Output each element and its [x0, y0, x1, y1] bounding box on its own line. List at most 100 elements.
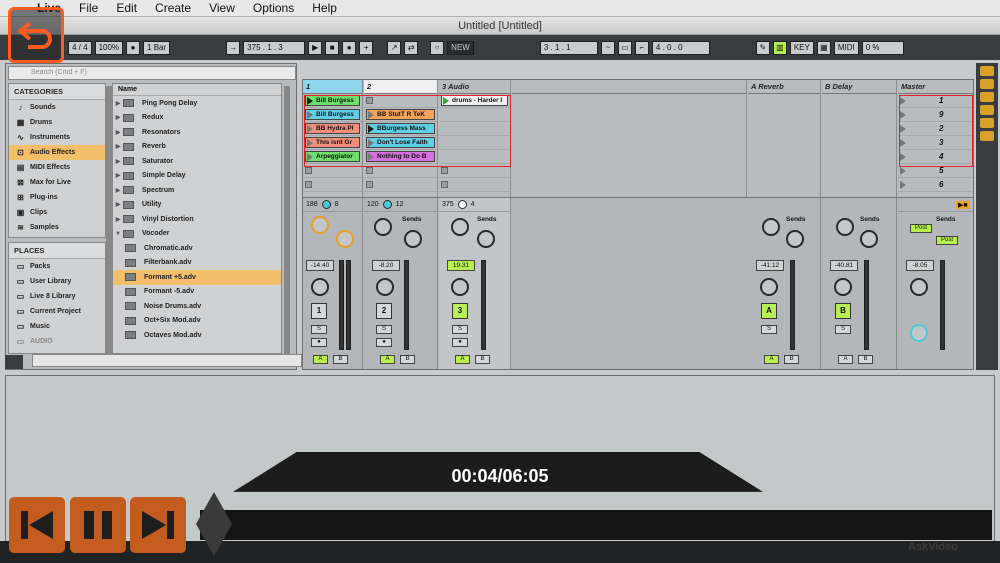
volume-display[interactable]: -41.12: [756, 260, 784, 271]
category-midi-effects[interactable]: ▤ MIDI Effects: [9, 160, 105, 175]
send-a-knob[interactable]: [374, 218, 392, 236]
quantize-select[interactable]: 1 Bar: [143, 40, 171, 55]
pan-knob[interactable]: [451, 278, 469, 296]
list-item[interactable]: ▶ Reverb: [113, 140, 281, 155]
track-activator[interactable]: 1: [311, 303, 327, 319]
post-button[interactable]: Post: [936, 236, 958, 245]
progress-bar[interactable]: [200, 510, 992, 540]
volume-display[interactable]: -8.05: [906, 260, 934, 271]
pan-knob[interactable]: [834, 278, 852, 296]
place-packs[interactable]: ▭ Packs: [9, 259, 105, 274]
crossfade-b[interactable]: B: [784, 355, 799, 364]
key-map-button[interactable]: KEY: [789, 40, 814, 55]
send-a-knob[interactable]: [451, 218, 469, 236]
place-music[interactable]: ▭ Music: [9, 319, 105, 334]
return-b-header[interactable]: B Delay: [822, 80, 896, 94]
solo-button[interactable]: S: [835, 325, 851, 334]
place-audio[interactable]: ▭ AUDIO: [9, 334, 105, 349]
send-b-knob[interactable]: [336, 230, 354, 248]
send-a-knob[interactable]: [311, 216, 329, 234]
pan-knob[interactable]: [376, 278, 394, 296]
stop-icon[interactable]: ■: [325, 40, 340, 55]
play-icon[interactable]: ▶: [308, 40, 323, 55]
preset-item[interactable]: Octaves Mod.adv: [113, 328, 281, 343]
preset-item[interactable]: Chromatic.adv: [113, 241, 281, 256]
category-audio-effects[interactable]: ⊡ Audio Effects: [9, 145, 105, 160]
midi-map-button[interactable]: MIDI: [833, 40, 859, 55]
crossfade-a[interactable]: A: [313, 355, 328, 364]
send-a-knob[interactable]: [762, 218, 780, 236]
category-sounds[interactable]: ♪ Sounds: [9, 100, 105, 115]
list-item[interactable]: ▶ Ping Pong Delay: [113, 96, 281, 111]
menu-create[interactable]: Create: [155, 1, 191, 15]
mixer-toggle-icon[interactable]: [980, 118, 994, 128]
return-activator[interactable]: A: [761, 303, 777, 319]
crossfade-b[interactable]: B: [400, 355, 415, 364]
back-to-arrangement-icon[interactable]: ⇄: [404, 40, 419, 55]
metronome-icon[interactable]: ●: [126, 40, 141, 55]
song-position[interactable]: 375 . 1 . 3: [243, 40, 306, 55]
overview-toggle-icon[interactable]: [980, 66, 994, 76]
crossfade-a[interactable]: A: [455, 355, 470, 364]
loop-icon[interactable]: ▭: [617, 40, 632, 55]
new-button[interactable]: NEW: [447, 40, 474, 55]
track-1-header[interactable]: 1: [303, 80, 362, 94]
track-activator[interactable]: 2: [376, 303, 392, 319]
send-a-knob[interactable]: [836, 218, 854, 236]
loop-start[interactable]: 3 . 1 . 1: [539, 40, 598, 55]
solo-button[interactable]: S: [376, 325, 392, 334]
return-a-header[interactable]: A Reverb: [748, 80, 820, 94]
overdub-icon[interactable]: +: [359, 40, 374, 55]
volume-display[interactable]: 19.31: [447, 260, 475, 271]
clip-slot[interactable]: [364, 178, 437, 192]
list-item[interactable]: ▶ Spectrum: [113, 183, 281, 198]
arm-button[interactable]: ●: [311, 338, 327, 347]
back-button[interactable]: [8, 7, 64, 63]
pan-knob[interactable]: [910, 278, 928, 296]
preset-item[interactable]: Oct+Six Mod.adv: [113, 314, 281, 329]
solo-button[interactable]: S: [452, 325, 468, 334]
next-button[interactable]: [130, 497, 186, 553]
items-scrollbar[interactable]: [284, 86, 290, 354]
draw-mode-icon[interactable]: ✎: [755, 40, 770, 55]
punch-out-icon[interactable]: ⌐: [634, 40, 649, 55]
place-user-library[interactable]: ▭ User Library: [9, 274, 105, 289]
crossfade-b[interactable]: B: [858, 355, 873, 364]
solo-button[interactable]: S: [761, 325, 777, 334]
arm-button[interactable]: ●: [376, 338, 392, 347]
io-toggle-icon[interactable]: [980, 79, 994, 89]
list-item[interactable]: ▶ Saturator: [113, 154, 281, 169]
place-current-project[interactable]: ▭ Current Project: [9, 304, 105, 319]
loop-length[interactable]: 4 . 0 . 0: [651, 40, 710, 55]
list-item[interactable]: ▶ Resonators: [113, 125, 281, 140]
post-button[interactable]: Post: [910, 224, 932, 233]
volume-display[interactable]: -8.20: [372, 260, 400, 271]
list-item[interactable]: ▶ Simple Delay: [113, 169, 281, 184]
category-samples[interactable]: ≋ Samples: [9, 220, 105, 235]
arm-button[interactable]: ●: [452, 338, 468, 347]
place-live8-library[interactable]: ▭ Live 8 Library: [9, 289, 105, 304]
menu-view[interactable]: View: [209, 1, 235, 15]
search-input[interactable]: Search (Cmd + F): [8, 66, 296, 80]
clip-slot[interactable]: [439, 178, 510, 192]
pause-button[interactable]: [70, 497, 126, 553]
time-signature[interactable]: 4 / 4: [68, 40, 92, 55]
list-item[interactable]: ▶ Utility: [113, 198, 281, 213]
follow-icon[interactable]: →: [226, 40, 241, 55]
returns-toggle-icon[interactable]: [980, 105, 994, 115]
preset-item-selected[interactable]: Formant +5.adv: [113, 270, 281, 285]
send-b-knob[interactable]: [860, 230, 878, 248]
category-drums[interactable]: ▦ Drums: [9, 115, 105, 130]
list-item[interactable]: ▶ Vinyl Distortion: [113, 212, 281, 227]
preset-item[interactable]: Filterbank.adv: [113, 256, 281, 271]
preset-item[interactable]: Noise Drums.adv: [113, 299, 281, 314]
send-b-knob[interactable]: [404, 230, 422, 248]
crossfade-a[interactable]: A: [764, 355, 779, 364]
preview-strip[interactable]: [32, 354, 302, 367]
clip-slot[interactable]: [303, 178, 362, 192]
master-header[interactable]: Master: [898, 80, 973, 94]
automation-icon[interactable]: ↗: [387, 40, 402, 55]
menu-options[interactable]: Options: [253, 1, 294, 15]
crossfade-a[interactable]: A: [380, 355, 395, 364]
track-activator[interactable]: 3: [452, 303, 468, 319]
